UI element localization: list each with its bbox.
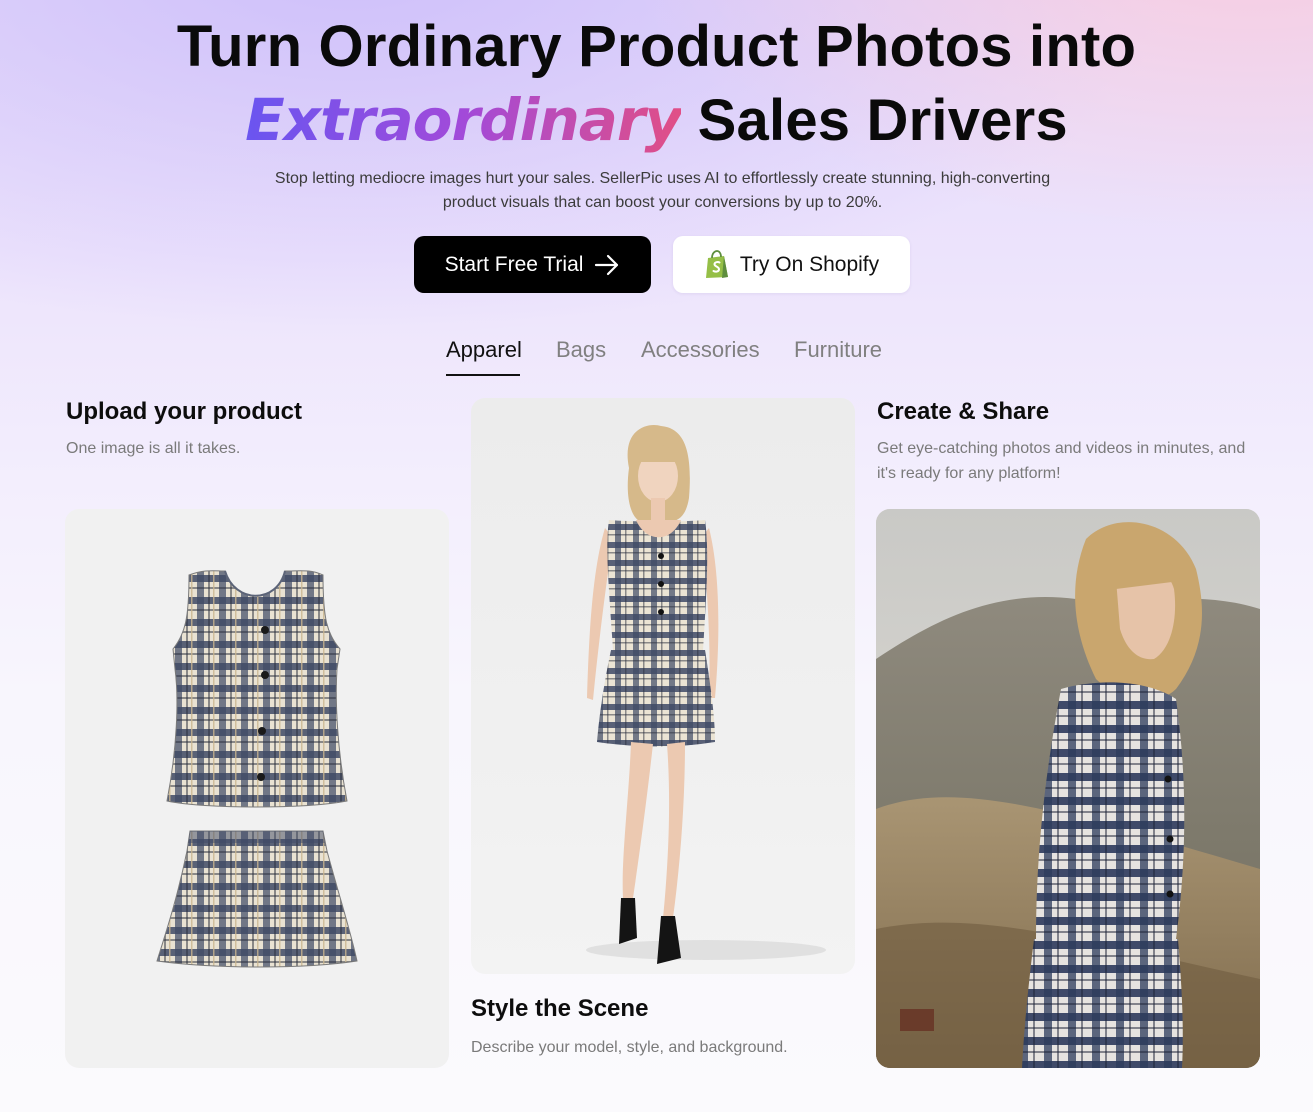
active-tab-indicator [446, 374, 520, 376]
shopify-bag-icon [704, 249, 730, 280]
generated-lifestyle-image [876, 509, 1260, 1068]
hero-title-accent: Extraordinary [245, 86, 682, 154]
category-tabs: Apparel Bags Accessories Furniture [0, 334, 1313, 378]
style-step-desc: Describe your model, style, and backgrou… [471, 1039, 788, 1056]
create-step-desc: Get eye-catching photos and videos in mi… [877, 440, 1246, 482]
product-flatlay-image [65, 509, 449, 1068]
try-on-shopify-label: Try On Shopify [739, 252, 880, 276]
hero-subtitle: Stop letting mediocre images hurt your s… [274, 170, 1051, 211]
upload-step-desc: One image is all it takes. [66, 440, 241, 457]
arrow-right-icon [594, 254, 620, 276]
style-step-title: Style the Scene [471, 995, 649, 1022]
hero-title-line2: Extraordinary Sales Drivers [0, 84, 1313, 157]
create-step-title: Create & Share [877, 398, 1050, 425]
try-on-shopify-button[interactable]: Try On Shopify [673, 236, 910, 293]
tab-bags[interactable]: Bags [556, 334, 606, 366]
start-free-trial-button[interactable]: Start Free Trial [414, 236, 651, 293]
hero-title-line1: Turn Ordinary Product Photos into [176, 14, 1137, 79]
tab-apparel[interactable]: Apparel [446, 334, 522, 366]
tab-accessories[interactable]: Accessories [641, 334, 760, 366]
upload-step-title: Upload your product [66, 398, 302, 425]
tab-furniture[interactable]: Furniture [794, 334, 882, 366]
hero-title-rest: Sales Drivers [697, 88, 1068, 153]
model-studio-image [471, 398, 855, 974]
start-free-trial-label: Start Free Trial [444, 252, 584, 276]
